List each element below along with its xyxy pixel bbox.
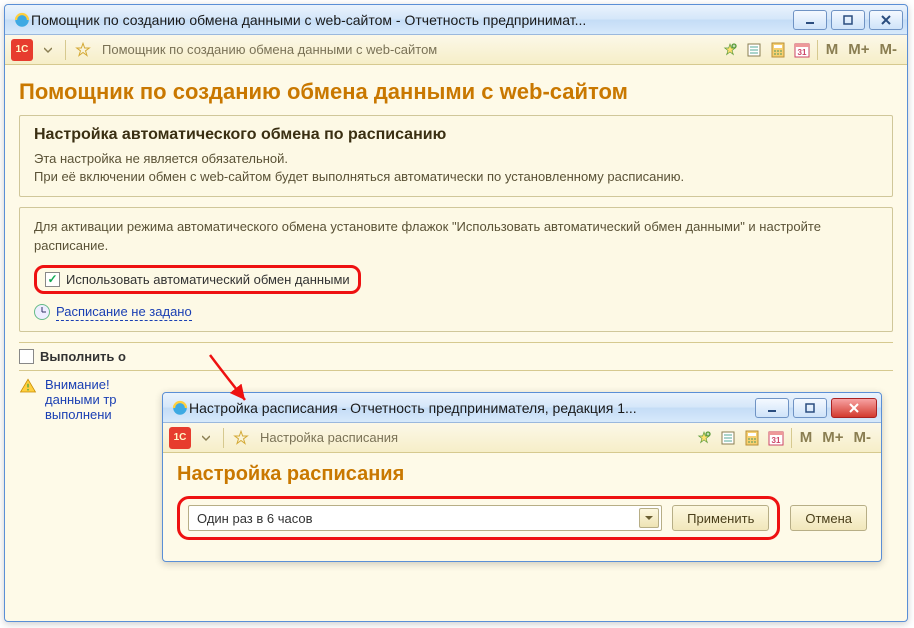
divider [19,342,893,343]
svg-text:31: 31 [797,48,806,57]
calculator-icon[interactable] [767,39,789,61]
auto-exchange-checkbox[interactable]: ✓ [45,272,60,287]
calculator-icon[interactable] [741,427,763,449]
sub-content: Настройка расписания Один раз в 6 часов … [163,453,881,548]
logo-1c-icon[interactable]: 1C [11,39,33,61]
main-title-text: Помощник по созданию обмена данными с we… [31,12,789,28]
m-minus-button[interactable]: М- [876,41,902,58]
m-minus-button[interactable]: М- [850,429,876,446]
execute-label: Выполнить о [40,349,126,364]
cancel-button[interactable]: Отмена [790,505,867,531]
panel-text-2: При её включении обмен с web-сайтом буде… [34,168,878,186]
divider [19,370,893,371]
favorite-star-icon[interactable] [230,427,252,449]
dropdown-arrow-icon[interactable] [37,39,59,61]
minimize-button[interactable] [793,10,827,30]
activation-instruction: Для активации режима автоматического обм… [34,218,878,254]
schedule-form-row: Один раз в 6 часов Применить Отмена [177,496,867,540]
panel-heading: Настройка автоматического обмена по расп… [34,126,878,144]
schedule-dropdown[interactable]: Один раз в 6 часов [188,505,662,531]
calendar-icon[interactable]: 31 [791,39,813,61]
schedule-dialog: Настройка расписания - Отчетность предпр… [162,392,882,562]
sub-title-text: Настройка расписания - Отчетность предпр… [189,400,751,416]
sub-toolbar-title: Настройка расписания [260,430,689,445]
schedule-link-row: Расписание не задано [34,304,878,321]
favorite-star-icon[interactable] [72,39,94,61]
apply-button[interactable]: Применить [672,505,769,531]
chevron-down-icon[interactable] [639,508,659,528]
toolbar-separator [817,40,818,60]
calendar-icon[interactable]: 31 [765,427,787,449]
clock-icon [34,304,50,320]
schedule-link[interactable]: Расписание не задано [56,304,192,321]
toolbar-separator [65,40,66,60]
sub-minimize-button[interactable] [755,398,789,418]
main-content: Помощник по созданию обмена данными с we… [5,65,907,432]
m-plus-button[interactable]: М+ [844,41,873,58]
activation-panel: Для активации режима автоматического обм… [19,207,893,331]
warning-icon [19,377,37,395]
warning-line-1: Внимание! [45,377,117,392]
maximize-button[interactable] [831,10,865,30]
m-button[interactable]: М [796,429,817,446]
add-favorite-icon[interactable] [719,39,741,61]
warning-text: Внимание! данными тр выполнени [45,377,117,422]
panel-text-1: Эта настройка не является обязательной. [34,150,878,168]
warning-line-2: данными тр [45,392,117,407]
dropdown-value: Один раз в 6 часов [197,511,313,526]
execute-row: ✓ Выполнить о [19,349,893,364]
execute-checkbox[interactable]: ✓ [19,349,34,364]
schedule-intro-panel: Настройка автоматического обмена по расп… [19,115,893,197]
main-titlebar[interactable]: Помощник по созданию обмена данными с we… [5,5,907,35]
m-plus-button[interactable]: М+ [818,429,847,446]
page-heading: Помощник по созданию обмена данными с we… [19,79,893,105]
ie-icon [171,399,189,417]
m-button[interactable]: М [822,41,843,58]
toolbar-separator [223,428,224,448]
svg-text:31: 31 [771,436,780,445]
list-icon[interactable] [743,39,765,61]
sub-toolbar: 1C Настройка расписания 31 М М+ М- [163,423,881,453]
list-icon[interactable] [717,427,739,449]
sub-titlebar[interactable]: Настройка расписания - Отчетность предпр… [163,393,881,423]
ie-icon [13,11,31,29]
toolbar-separator [791,428,792,448]
close-button[interactable] [869,10,903,30]
warning-line-3: выполнени [45,407,117,422]
highlight-form-area: Один раз в 6 часов Применить [177,496,780,540]
highlight-checkbox-area: ✓ Использовать автоматический обмен данн… [34,265,361,294]
toolbar-right: 31 М М+ М- [719,39,901,61]
sub-close-button[interactable] [831,398,877,418]
toolbar-title: Помощник по созданию обмена данными с we… [102,42,715,57]
add-favorite-icon[interactable] [693,427,715,449]
checkbox-label: Использовать автоматический обмен данным… [66,272,350,287]
main-toolbar: 1C Помощник по созданию обмена данными с… [5,35,907,65]
sub-heading: Настройка расписания [177,463,867,486]
sub-toolbar-right: 31 М М+ М- [693,427,875,449]
logo-1c-icon[interactable]: 1C [169,427,191,449]
sub-maximize-button[interactable] [793,398,827,418]
dropdown-arrow-icon[interactable] [195,427,217,449]
